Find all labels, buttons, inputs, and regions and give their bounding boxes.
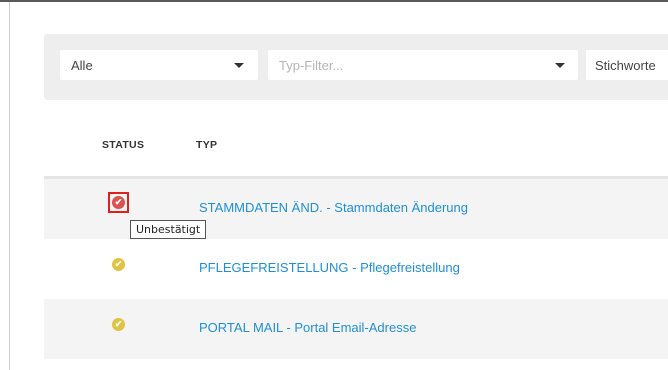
keywords-filter-label: Stichworte [595,58,656,73]
status-filter-value: Alle [71,58,93,73]
keywords-filter-input[interactable]: Stichworte [586,50,668,80]
caret-down-icon [555,63,565,68]
type-link[interactable]: PFLEGEFREISTELLUNG - Pflegefreistellung [199,260,460,275]
status-filter-select[interactable]: Alle [60,50,258,80]
check-circle-icon[interactable]: ✔ [112,196,125,209]
table-header: STATUS TYP [44,116,668,179]
type-filter-select[interactable]: Typ-Filter... [268,50,578,80]
check-circle-icon[interactable]: ✔ [112,318,125,331]
table-row[interactable]: ✔ PFLEGEFREISTELLUNG - Pflegefreistellun… [44,239,668,299]
type-link[interactable]: STAMMDATEN ÄND. - Stammdaten Änderung [199,200,468,215]
caret-down-icon [234,63,244,68]
type-link[interactable]: PORTAL MAIL - Portal Email-Adresse [199,320,416,335]
column-header-type[interactable]: TYP [196,139,217,151]
table-row[interactable]: ✔ PORTAL MAIL - Portal Email-Adresse [44,299,668,359]
check-circle-icon[interactable]: ✔ [112,258,125,271]
type-filter-placeholder: Typ-Filter... [279,58,344,73]
filter-bar: Alle Typ-Filter... Stichworte [44,34,668,100]
status-cell-highlight[interactable]: ✔ [108,192,129,213]
status-tooltip: Unbestätigt [130,220,207,239]
column-header-status[interactable]: STATUS [102,139,144,151]
